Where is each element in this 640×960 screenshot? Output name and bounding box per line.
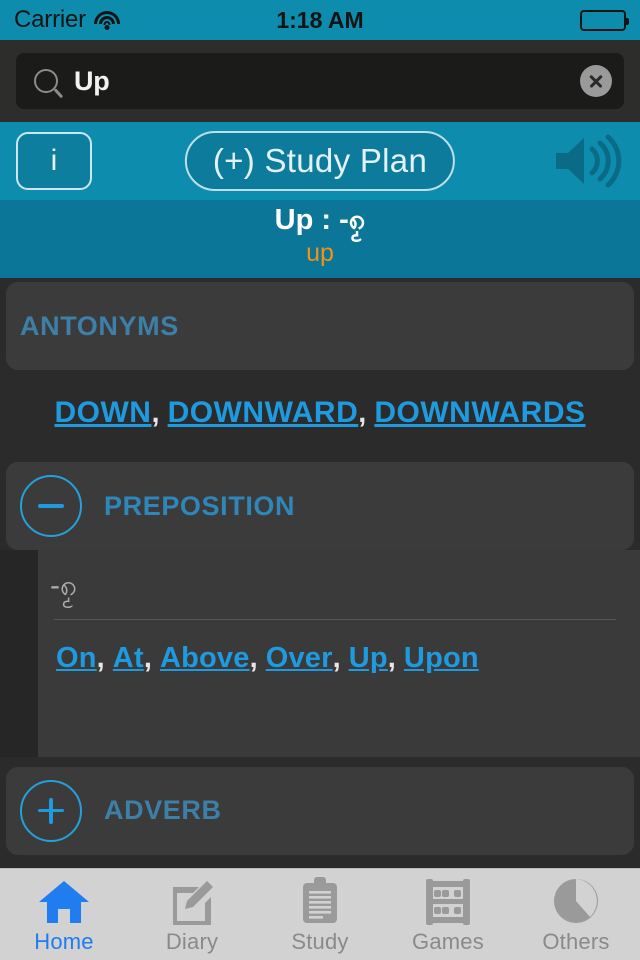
add-study-plan-button[interactable]: (+) Study Plan (184, 131, 456, 191)
comma-separator: , (151, 397, 168, 429)
link-preposition-3[interactable]: Over (266, 642, 333, 674)
carrier-label: Carrier (14, 6, 86, 33)
word-header: Up : -၈ၟ up (0, 200, 640, 278)
antonyms-links: DOWN, DOWNWARD, DOWNWARDS (0, 370, 640, 458)
definition-gutter (0, 550, 38, 757)
comma-separator: , (358, 397, 375, 429)
clipboard-icon (300, 876, 340, 925)
comma-separator: , (387, 641, 404, 674)
section-label-adverb: ADVERB (104, 795, 222, 825)
section-label-antonyms: ANTONYMS (20, 310, 179, 341)
comma-separator: , (143, 641, 160, 674)
search-input-value: Up (74, 65, 110, 96)
wifi-icon (93, 10, 120, 30)
word-toolbar: i (+) Study Plan (0, 122, 640, 200)
status-bar: Carrier 1:18 AM (0, 0, 640, 40)
section-header-adverb[interactable]: ADVERB (6, 766, 634, 855)
app-root: Carrier 1:18 AM Up i (+) Study Plan Up:… (0, 0, 640, 960)
speaker-icon[interactable] (552, 133, 624, 189)
tab-study[interactable]: Study (256, 869, 384, 960)
clear-circle-icon[interactable] (580, 65, 612, 97)
tab-bar: Home Diary Study Games Others (0, 868, 640, 960)
link-antonym-2[interactable]: DOWNWARDS (374, 396, 585, 429)
info-button[interactable]: i (16, 132, 92, 190)
comma-separator: , (249, 641, 266, 674)
tab-label-games: Games (412, 928, 484, 954)
tab-diary[interactable]: Diary (128, 869, 256, 960)
definition-spacer (48, 701, 622, 757)
section-header-preposition[interactable]: PREPOSITION (6, 462, 634, 550)
minus-circle-icon[interactable] (20, 475, 82, 537)
word-title: Up : -၈ၟ (274, 203, 366, 236)
search-input[interactable]: Up (16, 53, 624, 109)
section-label-preposition: PREPOSITION (104, 490, 296, 521)
preposition-definition-block: -၈ၟ On, At, Above, Over, Up, Upon (0, 550, 640, 757)
search-bar: Up (0, 40, 640, 122)
link-preposition-1[interactable]: At (113, 642, 144, 674)
tab-label-home: Home (34, 928, 94, 954)
status-left: Carrier (14, 6, 120, 34)
note-edit-icon (169, 879, 215, 925)
comma-separator: , (96, 641, 113, 674)
link-preposition-0[interactable]: On (56, 642, 97, 674)
link-preposition-5[interactable]: Upon (404, 642, 479, 674)
link-antonym-1[interactable]: DOWNWARD (168, 396, 359, 429)
definition-scroll-area[interactable]: ANTONYMS DOWN, DOWNWARD, DOWNWARDS PREPO… (0, 278, 640, 868)
link-preposition-2[interactable]: Above (160, 642, 250, 674)
comma-separator: , (332, 641, 349, 674)
link-antonym-0[interactable]: DOWN (54, 396, 151, 429)
definition-burmese-text: -၈ၟ (50, 569, 78, 602)
home-icon (37, 879, 91, 925)
tab-label-study: Study (291, 928, 349, 954)
section-header-antonyms[interactable]: ANTONYMS (6, 282, 634, 370)
plus-circle-icon[interactable] (20, 779, 82, 842)
tab-games[interactable]: Games (384, 869, 512, 960)
pie-circle-icon (552, 878, 600, 925)
tab-label-diary: Diary (165, 928, 219, 954)
search-icon (34, 69, 58, 93)
tab-others[interactable]: Others (512, 869, 640, 960)
battery-full-icon (580, 9, 629, 31)
status-right (580, 9, 629, 31)
abacus-icon (424, 878, 472, 925)
tab-home[interactable]: Home (0, 869, 128, 960)
definition-content: -၈ၟ On, At, Above, Over, Up, Upon (38, 550, 640, 757)
link-preposition-4[interactable]: Up (349, 642, 388, 674)
preposition-links: On, At, Above, Over, Up, Upon (48, 620, 622, 701)
word-phonetic: up (306, 238, 334, 267)
tab-label-others: Others (542, 928, 610, 954)
